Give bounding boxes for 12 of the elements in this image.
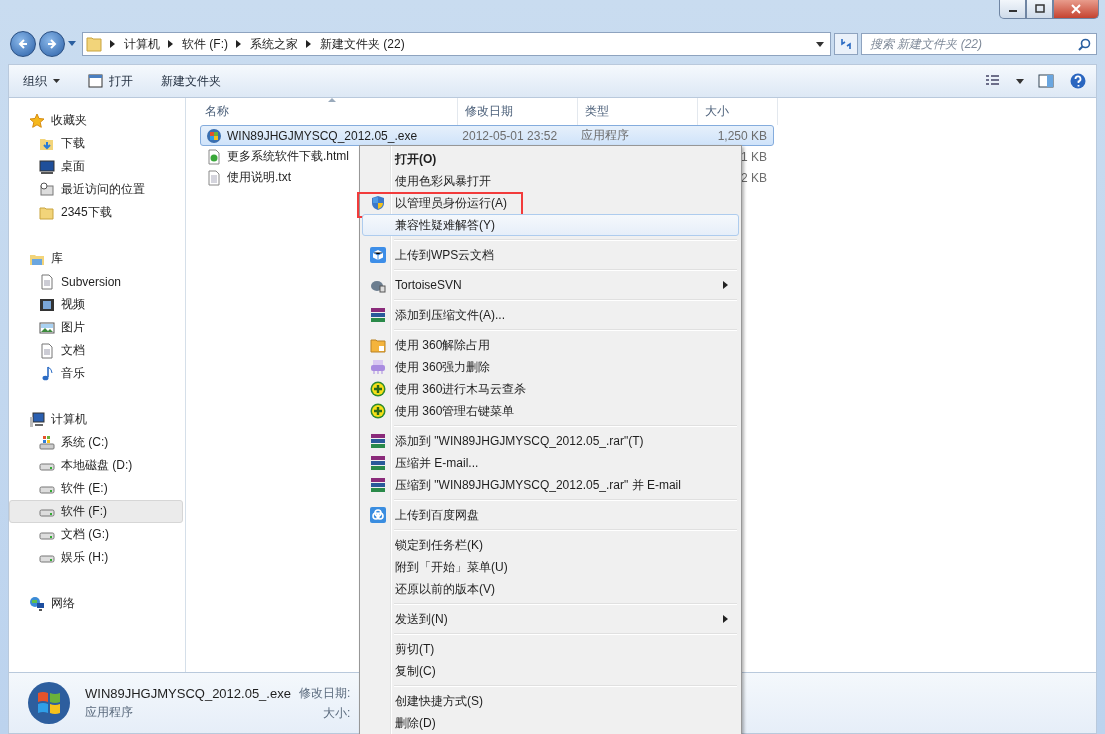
details-label: 大小:: [322, 704, 351, 722]
file-size: 2 KB: [741, 170, 767, 185]
file-name: 使用说明.txt: [227, 169, 291, 186]
file-name: WIN89JHGJMYSCQ_2012.05_.exe: [227, 128, 418, 143]
details-label: 修改日期:: [298, 684, 351, 702]
file-size: 1,250 KB: [717, 128, 767, 143]
file-date: 2012-05-01 23:52: [462, 128, 558, 143]
file-type: 应用程序: [580, 127, 629, 144]
details-file-type: 应用程序: [85, 703, 134, 721]
file-name: 更多系统软件下载.html: [227, 148, 349, 165]
file-size: 1 KB: [741, 149, 767, 164]
details-file-name: WIN89JHGJMYSCQ_2012.05_.exe: [85, 685, 291, 701]
